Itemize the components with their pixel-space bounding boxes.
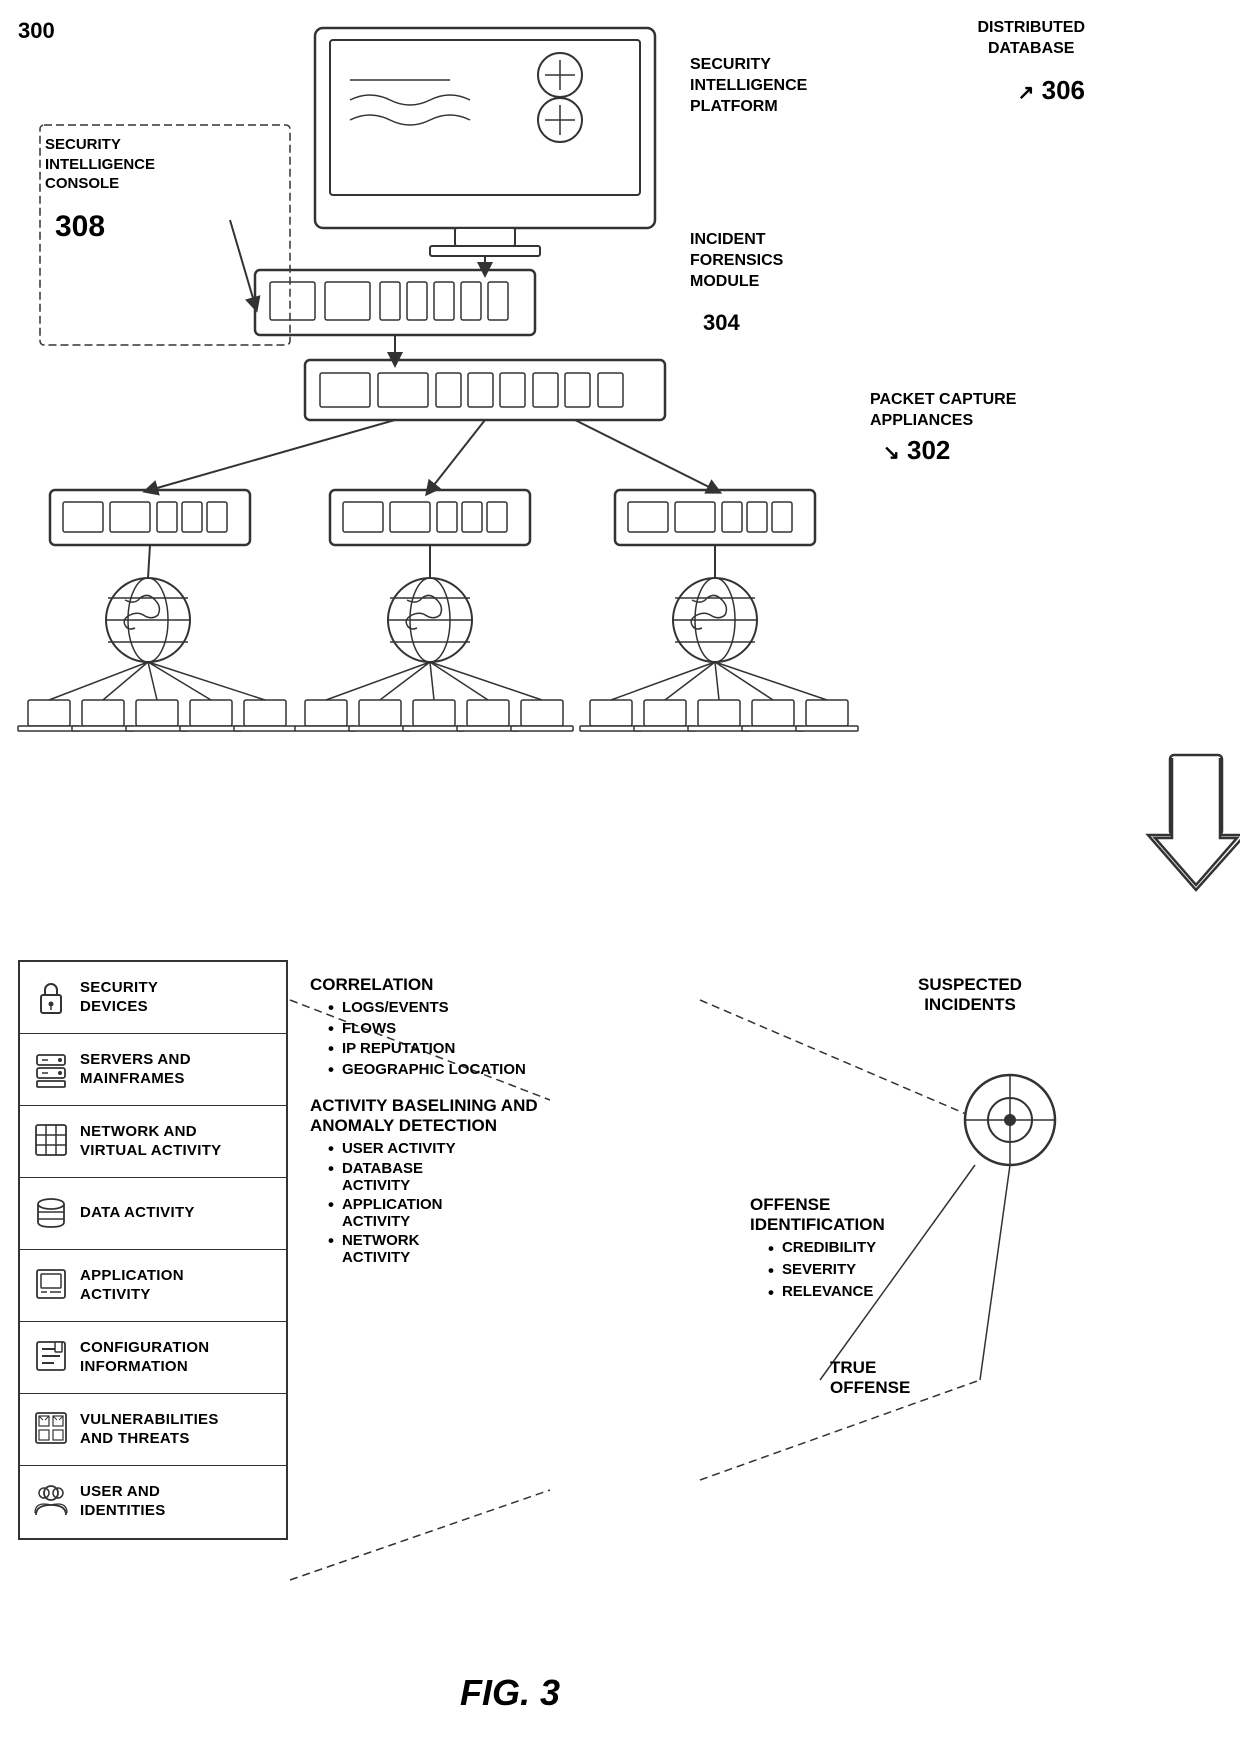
category-item-network: NETWORK AND VIRTUAL ACTIVITY [20,1106,286,1178]
data-activity-label: DATA ACTIVITY [80,1204,195,1223]
category-box: SECURITY DEVICES SERVERS AND MAINFRAMES [18,960,288,1540]
category-item-servers: SERVERS AND MAINFRAMES [20,1034,286,1106]
offense-item-1: SEVERITY [768,1261,1210,1281]
configuration-label: CONFIGURATION INFORMATION [80,1339,209,1377]
ref-308: 308 [55,210,105,244]
category-item-vulnerabilities: VULNERABILITIES AND THREATS [20,1394,286,1466]
server-icon [32,1051,70,1089]
correlation-item-0: LOGS/EVENTS [328,999,700,1018]
category-item-users: USER AND IDENTITIES [20,1466,286,1538]
offense-sub-items: CREDIBILITY SEVERITY RELEVANCE [768,1239,1210,1303]
grid-icon [32,1123,70,1161]
activity-item-1: DATABASE ACTIVITY [328,1160,700,1194]
offense-id-label: OFFENSE IDENTIFICATION [750,1195,1210,1235]
config-icon [32,1339,70,1377]
ref-306: ↗ 306 [1018,75,1085,106]
activity-item-3: NETWORK ACTIVITY [328,1232,700,1266]
lock-icon [32,979,70,1017]
network-label: NETWORK AND VIRTUAL ACTIVITY [80,1123,221,1161]
activity-item-2: APPLICATION ACTIVITY [328,1196,700,1230]
ifm-label: INCIDENT FORENSICS MODULE [690,230,783,292]
db-icon [32,1195,70,1233]
activity-title: ACTIVITY BASELINING AND ANOMALY DETECTIO… [310,1096,700,1136]
category-item-configuration: CONFIGURATION INFORMATION [20,1322,286,1394]
diagram-container: 300 DISTRIBUTED DATABASE ↗ 306 SECURITY … [0,0,1240,1742]
servers-label: SERVERS AND MAINFRAMES [80,1051,191,1089]
correlation-title: CORRELATION [310,975,700,995]
category-item-application: APPLICATION ACTIVITY [20,1250,286,1322]
sic-label: SECURITY INTELLIGENCE CONSOLE [45,135,155,194]
ref-300: 300 [18,18,55,44]
user-identities-label: USER AND IDENTITIES [80,1483,166,1521]
offense-area: SUSPECTED INCIDENTS OFFENSE IDENTIFICATI… [730,975,1210,1398]
distributed-db-label: DISTRIBUTED DATABASE [977,18,1085,60]
offense-item-2: RELEVANCE [768,1283,1210,1303]
category-item-security-devices: SECURITY DEVICES [20,962,286,1034]
category-item-data: DATA ACTIVITY [20,1178,286,1250]
fig-label: FIG. 3 [460,1672,560,1714]
security-devices-label: SECURITY DEVICES [80,979,158,1017]
sip-label: SECURITY INTELLIGENCE PLATFORM [690,55,807,117]
application-label: APPLICATION ACTIVITY [80,1267,184,1305]
pca-label: PACKET CAPTURE APPLIANCES [870,390,1016,432]
correlation-item-2: IP REPUTATION [328,1040,700,1059]
middle-text-area: CORRELATION LOGS/EVENTS FLOWS IP REPUTAT… [310,975,700,1268]
correlation-item-1: FLOWS [328,1020,700,1039]
suspected-incidents-label: SUSPECTED INCIDENTS [730,975,1210,1015]
vuln-icon [32,1411,70,1449]
vulnerabilities-label: VULNERABILITIES AND THREATS [80,1411,219,1449]
activity-item-0: USER ACTIVITY [328,1140,700,1159]
ref-302: ↘ 302 [883,435,950,466]
offense-item-0: CREDIBILITY [768,1239,1210,1259]
true-offense-label: TRUE OFFENSE [830,1358,1210,1398]
user-icon [32,1483,70,1521]
app-icon [32,1267,70,1305]
correlation-item-3: GEOGRAPHIC LOCATION [328,1061,700,1080]
ref-304: 304 [703,310,740,336]
